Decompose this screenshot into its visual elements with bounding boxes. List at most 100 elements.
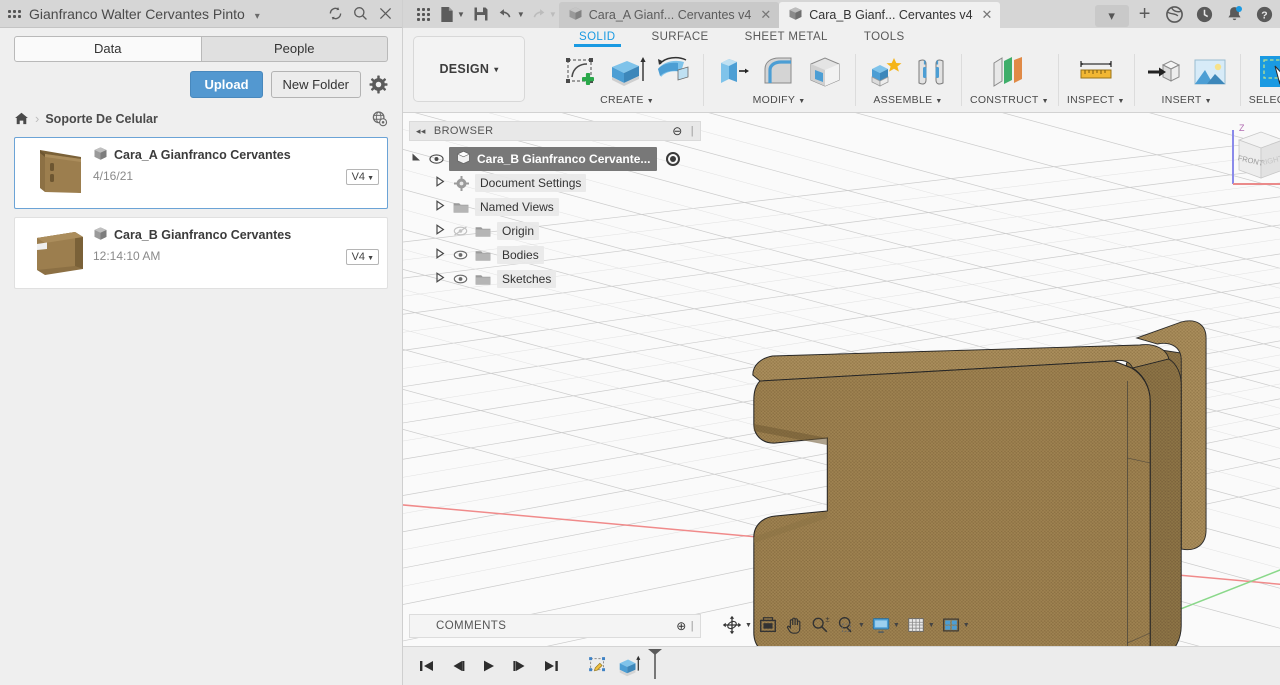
press-pull-icon[interactable] [712,52,754,92]
create-sketch-icon[interactable] [560,52,602,92]
refresh-icon[interactable] [327,5,344,22]
minimize-icon[interactable]: ⊖ [672,124,682,138]
tab-sheet-metal[interactable]: SHEET METAL [727,28,846,43]
new-folder-button[interactable]: New Folder [270,71,361,98]
redo-button[interactable]: ▼ [527,0,559,28]
joint-icon[interactable] [910,52,952,92]
tree-node-origin[interactable]: Origin [409,219,701,243]
list-item[interactable]: Cara_A Gianfranco Cervantes 4/16/21 V4 ▼ [14,137,388,209]
help-community-icon[interactable] [1161,0,1189,28]
file-version-dropdown[interactable]: V4 ▼ [345,169,379,185]
add-tab-button[interactable]: + [1131,0,1159,28]
svg-text:?: ? [1261,10,1267,21]
group-label-construct[interactable]: CONSTRUCT ▼ [970,94,1049,106]
collapsed-arrow-icon[interactable] [433,272,447,286]
zoom-window-icon[interactable]: ▼ [834,615,867,635]
settings-gear-icon[interactable] [369,75,388,94]
fillet-icon[interactable] [758,52,800,92]
collapse-icon[interactable]: ◂◂ [416,126,426,137]
document-tab-cara-a[interactable]: Cara_A Gianf... Cervantes v4 ✕ [558,2,780,28]
sketch-feature-icon[interactable] [584,653,611,679]
search-icon[interactable] [352,5,369,22]
visibility-eye-icon[interactable] [427,153,445,165]
group-label-assemble[interactable]: ASSEMBLE ▼ [873,94,942,106]
chevron-down-icon[interactable]: ▾ [255,11,260,22]
tab-data[interactable]: Data [14,36,202,62]
grid-settings-icon[interactable]: ▼ [904,615,937,635]
go-to-beginning-icon[interactable] [413,653,440,679]
job-status-clock-icon[interactable] [1191,0,1219,28]
group-label-modify[interactable]: MODIFY ▼ [753,94,806,106]
notifications-bell-icon[interactable] [1221,0,1249,28]
new-component-icon[interactable] [864,52,906,92]
3d-viewport[interactable]: ◂◂ BROWSER ⊖ | Cara_B Gianfranco Cervant… [403,113,1280,646]
collapsed-arrow-icon[interactable] [433,176,447,190]
help-question-icon[interactable]: ? [1251,0,1279,28]
viewports-icon[interactable]: ▼ [939,615,972,635]
expand-arrow-icon[interactable] [409,152,423,166]
workspace-switcher[interactable]: DESIGN ▾ [413,36,525,102]
tree-node-named-views[interactable]: Named Views [409,195,701,219]
comments-resize-handle[interactable]: | [691,620,694,632]
view-cube[interactable]: Z X FRONT RIGHT [1213,118,1280,196]
account-name[interactable]: Gianfranco Walter Cervantes Pinto ▾ [29,6,319,22]
timeline-marker[interactable] [646,647,664,685]
pan-icon[interactable] [782,615,806,635]
tab-overflow-button[interactable]: ▾ [1094,4,1129,27]
tree-node-sketches[interactable]: Sketches [409,267,701,291]
step-forward-icon[interactable] [506,653,533,679]
public-link-icon[interactable] [371,110,388,127]
apps-grid-icon[interactable] [8,9,21,18]
document-tab-cara-b[interactable]: Cara_B Gianf... Cervantes v4 ✕ [779,2,1001,28]
orbit-icon[interactable]: ▼ [719,614,754,636]
tab-surface[interactable]: SURFACE [634,28,727,43]
upload-button[interactable]: Upload [190,71,263,98]
close-icon[interactable] [377,5,394,22]
collapsed-arrow-icon[interactable] [433,200,447,214]
look-at-icon[interactable] [756,615,780,635]
close-icon[interactable]: ✕ [982,7,993,23]
list-item[interactable]: Cara_B Gianfranco Cervantes 12:14:10 AM … [14,217,388,289]
add-comment-icon[interactable]: ⊕ [676,619,686,633]
folder-icon [473,225,493,238]
group-label-select[interactable]: SELECT▼ [1249,94,1280,106]
collapsed-arrow-icon[interactable] [433,248,447,262]
visibility-eye-icon[interactable] [451,273,469,285]
visibility-eye-icon[interactable] [451,249,469,261]
new-document-button[interactable]: ▼ [437,0,467,28]
collapsed-arrow-icon[interactable] [433,224,447,238]
close-icon[interactable]: ✕ [760,7,771,23]
visibility-eye-off-icon[interactable] [451,225,469,237]
file-version-dropdown[interactable]: V4 ▼ [345,249,379,265]
insert-derive-icon[interactable] [1143,52,1185,92]
extrude-feature-icon[interactable] [615,653,642,679]
group-label-inspect[interactable]: INSPECT ▼ [1067,94,1125,106]
shell-icon[interactable] [804,52,846,92]
save-button[interactable] [467,0,495,28]
select-window-icon[interactable] [1254,52,1280,92]
tab-people[interactable]: People [201,36,388,62]
extrude-icon[interactable] [606,52,648,92]
offset-plane-icon[interactable] [986,52,1032,92]
measure-icon[interactable] [1073,52,1119,92]
tab-tools[interactable]: TOOLS [846,28,923,43]
play-icon[interactable] [475,653,502,679]
display-settings-icon[interactable]: ▼ [869,615,902,635]
go-to-end-icon[interactable] [537,653,564,679]
panel-resize-handle[interactable]: | [691,125,694,137]
revolve-icon[interactable] [652,52,694,92]
step-back-icon[interactable] [444,653,471,679]
activate-component-radio[interactable] [666,152,681,166]
apps-grid-icon[interactable] [409,0,437,28]
tree-node-document-settings[interactable]: Document Settings [409,171,701,195]
tab-solid[interactable]: SOLID [561,28,634,47]
tree-node-root[interactable]: Cara_B Gianfranco Cervante... [409,147,701,171]
undo-button[interactable]: ▼ [495,0,527,28]
tree-node-bodies[interactable]: Bodies [409,243,701,267]
zoom-icon[interactable]: ± [808,615,832,635]
group-label-create[interactable]: CREATE ▼ [600,94,654,106]
home-icon[interactable] [14,111,29,126]
group-label-insert[interactable]: INSERT ▼ [1162,94,1212,106]
insert-mcmaster-image-icon[interactable] [1189,52,1231,92]
breadcrumb-folder[interactable]: Soporte De Celular [45,112,158,126]
